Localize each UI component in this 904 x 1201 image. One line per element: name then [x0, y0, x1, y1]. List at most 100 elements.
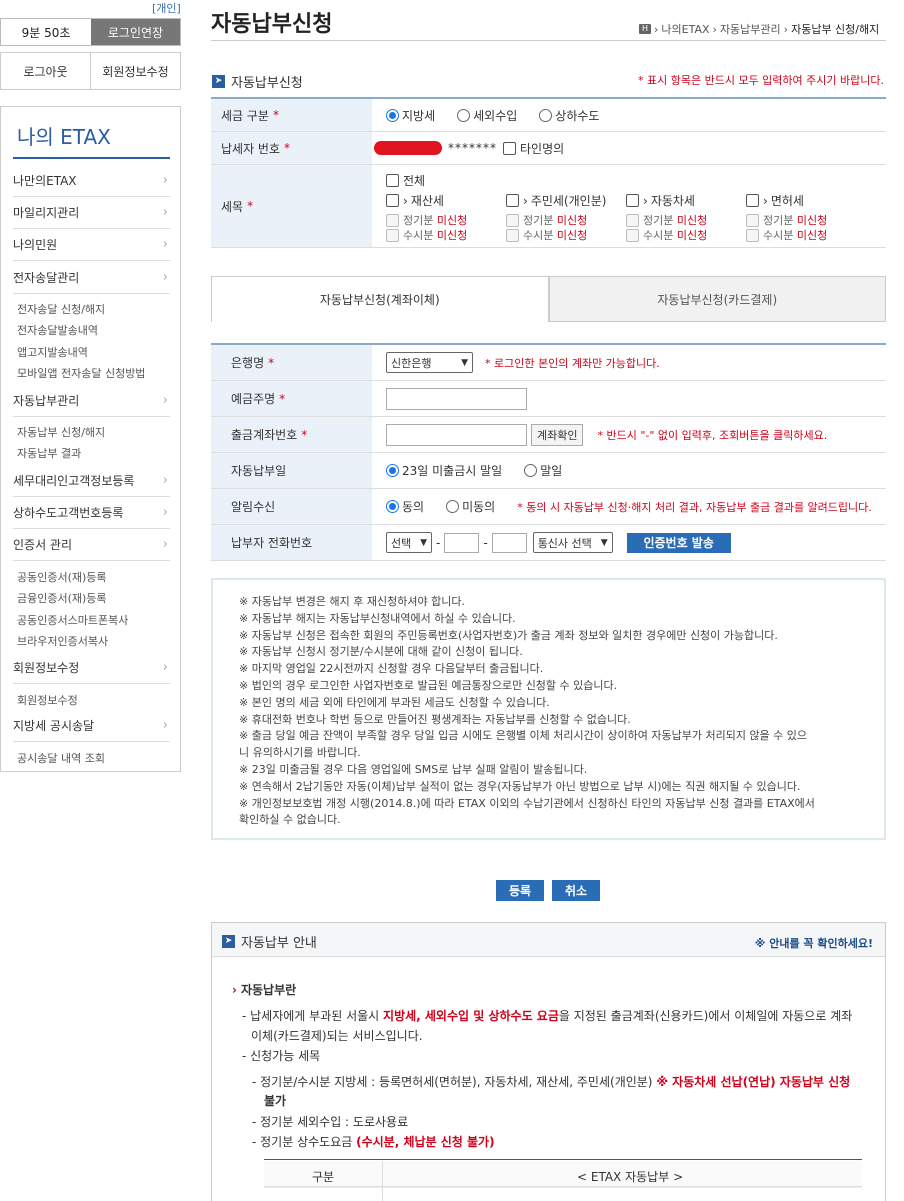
tax-type-local-radio[interactable]: 지방세 [386, 107, 435, 124]
phone-prefix-select[interactable]: 선택 ▼ [386, 532, 432, 553]
submit-button[interactable]: 등록 [496, 880, 544, 901]
sidebar-item-e-delivery[interactable]: 전자송달관리 › [13, 262, 170, 294]
tax-sub-checkbox[interactable]: 수시분 미신청 [746, 227, 827, 243]
sidebar-subitem[interactable]: 전자송달발송내역 [17, 322, 98, 338]
sidebar-item-label: 마일리지관리 [13, 206, 80, 220]
logout-button[interactable]: 로그아웃 [1, 53, 91, 89]
tax-type-nontax-radio[interactable]: 세외수입 [457, 107, 517, 124]
notice-line: 확인하실 수 없습니다. [239, 813, 341, 827]
sidebar-item-my-etax[interactable]: 나만의ETAX › [13, 165, 170, 197]
radio-checked-icon [386, 464, 399, 477]
sidebar-subitem[interactable]: 자동납부 신청/해지 [17, 424, 105, 440]
sidebar-subitem[interactable]: 금융인증서(재)등록 [17, 590, 107, 606]
sidebar-subitem[interactable]: 브라우저인증서복사 [17, 633, 108, 649]
guide-table-col2: < ETAX 자동납부 > [577, 1170, 684, 1184]
tax-type-water-radio[interactable]: 상하수도 [539, 107, 599, 124]
notice-line: ※ 휴대전화 번호나 학번 등으로 만들어진 평생계좌는 자동납부를 신청할 수… [239, 712, 631, 726]
extend-login-button[interactable]: 로그인연장 [91, 19, 180, 45]
sidebar-subitem[interactable]: 공동인증서(재)등록 [17, 569, 107, 585]
notice-line: ※ 본인 명의 세금 외에 타인에게 부과된 세금도 신청할 수 있습니다. [239, 695, 550, 709]
tax-item-all-checkbox[interactable]: 전체 [386, 172, 425, 189]
sidebar-item-complaints[interactable]: 나의민원 › [13, 229, 170, 261]
send-cert-button[interactable]: 인증번호 발송 [626, 532, 731, 553]
tax-type-row: 세금 구분 * 지방세 세외수입 상하수도 [211, 99, 886, 132]
sidebar-subitem[interactable]: 자동납부 결과 [17, 445, 81, 461]
sidebar-item-tax-agent[interactable]: 세무대리인고객정보등록 › [13, 465, 170, 497]
section-arrow-icon: ➤ [222, 935, 235, 948]
bank-row: 은행명 * 신한은행 ▼ * 로그인한 본인의 계좌만 가능합니다. [211, 345, 886, 381]
account-no-value: 계좌확인 * 반드시 "-" 없이 입력후, 조회버튼을 클릭하세요. [386, 417, 886, 452]
account-no-row: 출금계좌번호 * 계좌확인 * 반드시 "-" 없이 입력후, 조회버튼을 클릭하… [211, 417, 886, 453]
tax-item-resident-checkbox[interactable]: › 주민세(개인분) [506, 192, 606, 209]
checkbox-icon [386, 213, 399, 227]
section-title: 자동납부신청 [231, 76, 303, 91]
sidebar-item-auto-pay[interactable]: 자동납부관리 › [13, 385, 170, 417]
breadcrumb-item[interactable]: 나의ETAX [661, 21, 709, 37]
tax-item-label: 세목 * [211, 165, 372, 247]
tab-card-payment[interactable]: 자동납부신청(카드결제) [548, 276, 886, 322]
tab-account-transfer[interactable]: 자동납부신청(계좌이체) [211, 276, 549, 322]
dash: - [436, 535, 441, 550]
sidebar-item-public-notice[interactable]: 지방세 공시송달 › [13, 710, 170, 742]
breadcrumb-item[interactable]: 자동납부관리 [720, 21, 781, 37]
taxpayer-no-value: ******* 타인명의 [374, 132, 886, 164]
account-no-input[interactable] [386, 423, 527, 446]
tax-sub-checkbox[interactable]: 정기분 미신청 [746, 212, 827, 228]
tax-sub-checkbox[interactable]: 수시분 미신청 [506, 227, 587, 243]
sidebar-item-label: 전자송달관리 [13, 271, 80, 285]
guide-table-header [264, 1161, 862, 1187]
cancel-button[interactable]: 취소 [552, 880, 600, 901]
pay-day-last-radio[interactable]: 말일 [524, 462, 562, 479]
section-arrow-icon: ➤ [212, 75, 225, 88]
chevron-right-icon: › [162, 173, 168, 188]
checkbox-icon [626, 213, 639, 227]
tax-sub-checkbox[interactable]: 정기분 미신청 [506, 212, 587, 228]
tax-item-car-checkbox[interactable]: › 자동차세 [626, 192, 695, 209]
sidebar-subitem[interactable]: 공시송달 내역 조회 [17, 750, 105, 766]
sidebar-item-cert[interactable]: 인증서 관리 › [13, 529, 170, 561]
holder-name-input[interactable] [386, 387, 527, 410]
guide-desc-2: 이체(카드결제)되는 서비스입니다. [251, 1029, 423, 1043]
tax-type-label: 세금 구분 * [211, 99, 372, 131]
pay-day-23-radio[interactable]: 23일 미출금시 말일 [386, 462, 502, 479]
alert-agree-radio[interactable]: 동의 [386, 498, 424, 515]
checkbox-icon [386, 174, 399, 187]
bank-value: 신한은행 ▼ * 로그인한 본인의 계좌만 가능합니다. [386, 345, 886, 380]
edit-profile-button[interactable]: 회원정보수정 [91, 53, 180, 89]
tax-sub-checkbox[interactable]: 정기분 미신청 [386, 212, 467, 228]
verify-account-button[interactable]: 계좌확인 [531, 423, 584, 446]
phone-middle-input[interactable] [444, 532, 480, 553]
carrier-select[interactable]: 통신사 선택 ▼ [532, 532, 613, 553]
tax-item-license-checkbox[interactable]: › 면허세 [746, 192, 804, 209]
notice-line: ※ 자동납부 해지는 자동납부신청내역에서 하실 수 있습니다. [239, 611, 516, 625]
notice-line: ※ 자동납부 신청은 접속한 회원의 주민등록번호(사업자번호)가 출금 계좌 … [239, 628, 778, 642]
tax-sub-checkbox[interactable]: 수시분 미신청 [386, 227, 467, 243]
bank-note: * 로그인한 본인의 계좌만 가능합니다. [485, 356, 660, 370]
tax-sub-checkbox[interactable]: 정기분 미신청 [626, 212, 707, 228]
sidebar-subitem[interactable]: 회원정보수정 [17, 692, 78, 708]
tax-item-property-checkbox[interactable]: › 재산세 [386, 192, 444, 209]
radio-icon [539, 108, 553, 122]
alert-disagree-radio[interactable]: 미동의 [446, 498, 495, 515]
bank-select[interactable]: 신한은행 ▼ [386, 352, 473, 373]
sidebar-subitem[interactable]: 앱고지발송내역 [17, 344, 88, 360]
chevron-right-icon: › [162, 393, 168, 408]
other-name-checkbox[interactable]: 타인명의 [503, 140, 564, 157]
phone-last-input[interactable] [491, 532, 527, 553]
sidebar-item-mileage[interactable]: 마일리지관리 › [13, 197, 170, 229]
alert-row: 알림수신 동의 미동의 * 동의 시 자동납부 신청·해지 처리 결과, 자동납… [211, 489, 886, 525]
sidebar-subitem[interactable]: 공동인증서스마트폰복사 [17, 612, 128, 628]
tax-sub-checkbox[interactable]: 수시분 미신청 [626, 227, 707, 243]
user-type-tag: [개인] [152, 2, 181, 15]
session-timer: 9분 50초 [21, 25, 71, 40]
radio-icon [446, 500, 460, 513]
sidebar-subitem[interactable]: 모바일앱 전자송달 신청방법 [17, 365, 145, 381]
sidebar-item-water[interactable]: 상하수도고객번호등록 › [13, 497, 170, 529]
chevron-right-icon: › [654, 22, 659, 36]
title-divider [211, 40, 886, 41]
sidebar-subitem[interactable]: 전자송달 신청/해지 [17, 301, 105, 317]
sidebar-item-label: 나의민원 [13, 238, 58, 252]
home-icon[interactable]: H [639, 24, 651, 34]
sidebar-item-profile[interactable]: 회원정보수정 › [13, 652, 170, 684]
account-form-table: 은행명 * 신한은행 ▼ * 로그인한 본인의 계좌만 가능합니다. 예금주명 * 출… [211, 343, 886, 561]
